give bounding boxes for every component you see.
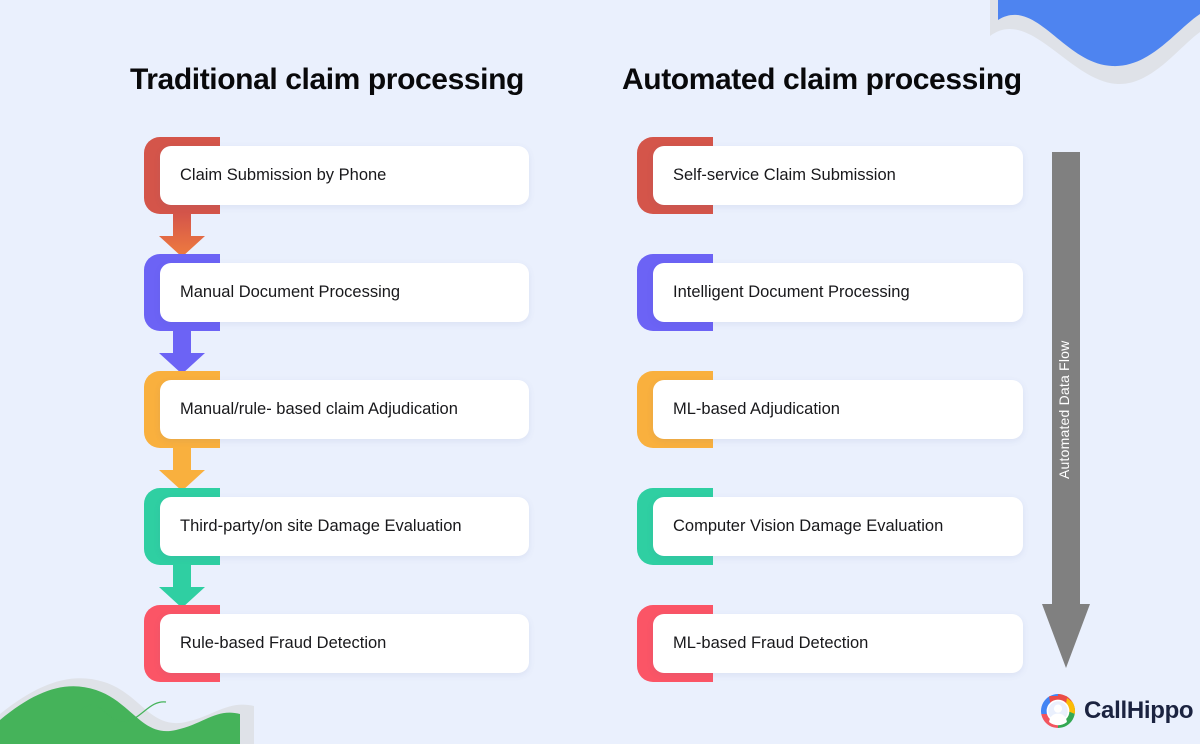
flow-step-row: Third-party/on site Damage Evaluation	[144, 488, 529, 608]
top-right-blob	[998, 0, 1200, 67]
step-down-arrow-icon	[159, 214, 205, 257]
top-right-wave-line	[1051, 21, 1143, 47]
step-down-arrow-icon	[159, 331, 205, 374]
flow-step-row: ML-based Fraud Detection	[637, 605, 1023, 683]
step-card-label: Intelligent Document Processing	[673, 283, 910, 301]
step-card[interactable]: Manual Document Processing	[160, 263, 529, 322]
flow-step-row: ML-based Adjudication	[637, 371, 1023, 488]
step-down-arrow-icon	[159, 448, 205, 491]
step-card[interactable]: ML-based Fraud Detection	[653, 614, 1023, 673]
bottom-left-blob	[0, 686, 240, 744]
step-card-label: ML-based Adjudication	[673, 400, 840, 418]
step-card[interactable]: Claim Submission by Phone	[160, 146, 529, 205]
step-card-label: Claim Submission by Phone	[180, 166, 387, 184]
step-card[interactable]: Rule-based Fraud Detection	[160, 614, 529, 673]
step-card[interactable]: Computer Vision Damage Evaluation	[653, 497, 1023, 556]
step-card[interactable]: Intelligent Document Processing	[653, 263, 1023, 322]
step-card-label: Computer Vision Damage Evaluation	[673, 517, 944, 535]
step-card-label: Self-service Claim Submission	[673, 166, 896, 184]
step-card[interactable]: Manual/rule- based claim Adjudication	[160, 380, 529, 439]
step-card-label: Manual Document Processing	[180, 283, 401, 301]
flow-step-row: Self-service Claim Submission	[637, 137, 1023, 254]
flow-step-row: Rule-based Fraud Detection	[144, 605, 529, 683]
automated-data-flow-label: Automated Data Flow	[1056, 340, 1072, 480]
bottom-left-wave-line	[79, 701, 167, 723]
flow-step-row: Computer Vision Damage Evaluation	[637, 488, 1023, 605]
flow-step-row: Manual/rule- based claim Adjudication	[144, 371, 529, 491]
step-card-label: ML-based Fraud Detection	[673, 634, 869, 652]
bottom-left-blob-shadow	[0, 678, 254, 744]
traditional-column-title: Traditional claim processing	[130, 63, 524, 96]
flow-step-row: Manual Document Processing	[144, 254, 529, 374]
flow-step-row: Claim Submission by Phone	[144, 137, 529, 257]
step-card-label: Third-party/on site Damage Evaluation	[180, 517, 462, 535]
traditional-flow-column: Claim Submission by Phone Manual Document…	[144, 137, 529, 683]
step-card[interactable]: Self-service Claim Submission	[653, 146, 1023, 205]
flow-step-row: Intelligent Document Processing	[637, 254, 1023, 371]
automated-column-title: Automated claim processing	[622, 63, 1022, 96]
step-down-arrow-icon	[159, 565, 205, 608]
brand-logo: CallHippo	[1041, 694, 1194, 728]
automated-flow-column: Self-service Claim Submission Intelligent…	[637, 137, 1023, 683]
step-card[interactable]: Third-party/on site Damage Evaluation	[160, 497, 529, 556]
step-card-label: Manual/rule- based claim Adjudication	[180, 400, 458, 418]
step-card[interactable]: ML-based Adjudication	[653, 380, 1023, 439]
callhippo-mark-icon	[1041, 694, 1075, 728]
brand-name: CallHippo	[1084, 697, 1194, 724]
step-card-label: Rule-based Fraud Detection	[180, 634, 387, 652]
